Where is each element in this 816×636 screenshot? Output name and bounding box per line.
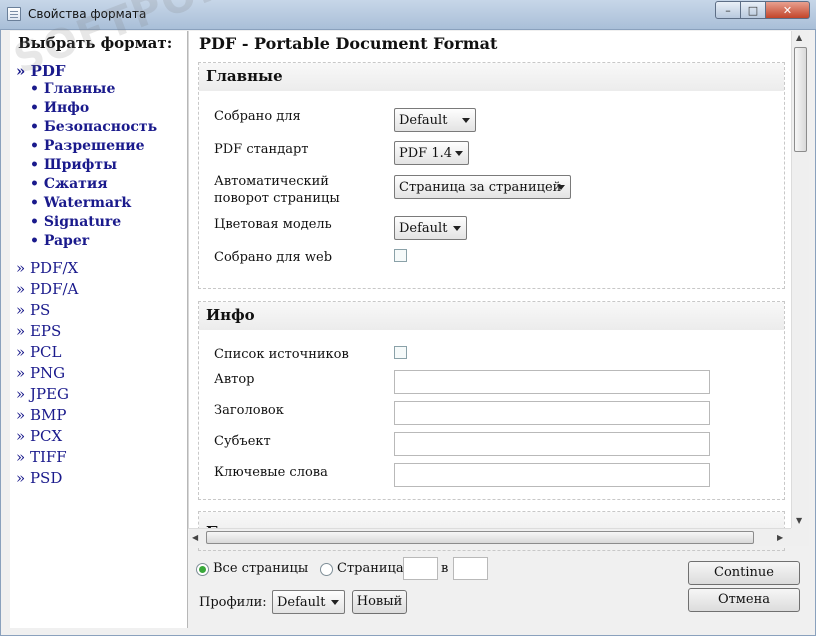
section-header: Главные	[199, 63, 784, 91]
subject-label: Субъект	[214, 434, 271, 449]
continue-button[interactable]: Continue	[688, 561, 800, 585]
sidebar-item-png[interactable]: » PNG	[16, 364, 65, 382]
sidebar-subitem-signature[interactable]: • Signature	[30, 214, 121, 230]
title-bar: Свойства формата – □ ✕	[0, 0, 816, 30]
heading-field[interactable]	[394, 401, 710, 425]
select-value: Default	[399, 113, 448, 128]
compiled-for-label: Собрано для	[214, 109, 301, 124]
sidebar-subitem-main[interactable]: • Главные	[30, 81, 115, 97]
sidebar-item-tiff[interactable]: » TIFF	[16, 448, 67, 466]
scroll-up-icon[interactable]: ▲	[796, 33, 802, 42]
autorotate-label-line2: поворот страницы	[214, 191, 340, 206]
scrollbar-thumb[interactable]	[794, 47, 807, 152]
autorotate-label: Автоматический поворот страницы	[214, 173, 340, 207]
sidebar-heading: Выбрать формат:	[18, 34, 173, 52]
section-title: Инфо	[206, 306, 255, 324]
autorotate-select[interactable]: Страница за страницей	[394, 175, 571, 199]
chevron-down-icon	[455, 151, 463, 156]
sources-checkbox[interactable]	[394, 346, 407, 359]
sidebar-item-pcx[interactable]: » PCX	[16, 427, 62, 445]
sidebar-subitem-compression[interactable]: • Сжатия	[30, 176, 108, 192]
section-title: Главные	[206, 67, 283, 85]
all-pages-label: Все страницы	[213, 561, 309, 576]
select-value: PDF 1.4	[399, 146, 452, 161]
close-button[interactable]: ✕	[766, 1, 810, 19]
heading-label: Заголовок	[214, 403, 284, 418]
author-label: Автор	[214, 372, 255, 387]
minimize-button[interactable]: –	[715, 1, 741, 19]
keywords-label: Ключевые слова	[214, 465, 328, 480]
window-title: Свойства формата	[28, 7, 147, 21]
chevron-down-icon	[331, 600, 339, 605]
sidebar-subitem-watermark[interactable]: • Watermark	[30, 195, 131, 211]
scroll-down-icon[interactable]: ▼	[796, 516, 802, 525]
pdf-standard-select[interactable]: PDF 1.4	[394, 141, 469, 165]
sidebar-item-pdf[interactable]: » PDF	[16, 62, 66, 80]
sidebar-item-pdfa[interactable]: » PDF/A	[16, 280, 78, 298]
sidebar-item-ps[interactable]: » PS	[16, 301, 50, 319]
scroll-right-icon[interactable]: ▶	[777, 533, 783, 542]
profiles-label: Профили:	[199, 595, 267, 610]
chevron-down-icon	[462, 118, 470, 123]
sidebar-item-eps[interactable]: » EPS	[16, 322, 61, 340]
scroll-left-icon[interactable]: ◀	[192, 533, 198, 542]
color-model-select[interactable]: Default	[394, 216, 467, 240]
chevron-down-icon	[453, 226, 461, 231]
cancel-button[interactable]: Отмена	[688, 588, 800, 612]
sidebar-item-jpeg[interactable]: » JPEG	[16, 385, 69, 403]
autorotate-label-line1: Автоматический	[214, 174, 329, 189]
window-controls: – □ ✕	[715, 1, 810, 19]
sidebar-subitem-paper[interactable]: • Paper	[30, 233, 89, 249]
scrollbar-thumb[interactable]	[206, 531, 754, 544]
pdf-standard-label: PDF стандарт	[214, 142, 309, 157]
sidebar-item-pcl[interactable]: » PCL	[16, 343, 61, 361]
settings-panel: PDF - Portable Document Format Главные С…	[188, 31, 809, 551]
select-value: Default	[399, 221, 448, 236]
page-from-field[interactable]	[403, 557, 438, 580]
web-checkbox[interactable]	[394, 249, 407, 262]
sidebar-subitem-resolution[interactable]: • Разрешение	[30, 138, 145, 154]
sidebar-subitem-info[interactable]: • Инфо	[30, 100, 89, 116]
select-value: Default	[277, 595, 326, 610]
new-profile-button[interactable]: Новый	[352, 590, 407, 614]
profile-select[interactable]: Default	[272, 590, 345, 614]
compiled-for-select[interactable]: Default	[394, 108, 476, 132]
sidebar-item-pdfx[interactable]: » PDF/X	[16, 259, 78, 277]
all-pages-radio[interactable]	[196, 563, 209, 576]
scrollbar-corner	[791, 528, 809, 546]
chevron-down-icon	[557, 185, 565, 190]
sidebar-item-psd[interactable]: » PSD	[16, 469, 62, 487]
page-to-label: в	[441, 561, 449, 576]
main-section: Главные Собрано для Default PDF стандарт…	[198, 62, 785, 289]
author-field[interactable]	[394, 370, 710, 394]
section-header: Инфо	[199, 302, 784, 330]
info-section: Инфо Список источников Автор Заголовок С…	[198, 301, 785, 500]
app-icon	[7, 7, 21, 21]
page-range-radio[interactable]	[320, 563, 333, 576]
vertical-scrollbar[interactable]: ▲ ▼	[791, 31, 809, 528]
sidebar-subitem-security[interactable]: • Безопасность	[30, 119, 157, 135]
web-label: Собрано для web	[214, 250, 333, 265]
horizontal-scrollbar[interactable]: ◀ ▶	[188, 528, 791, 546]
sidebar-item-bmp[interactable]: » BMP	[16, 406, 66, 424]
keywords-field[interactable]	[394, 463, 710, 487]
maximize-button[interactable]: □	[741, 1, 766, 19]
sidebar-subitem-fonts[interactable]: • Шрифты	[30, 157, 117, 173]
page-to-field[interactable]	[453, 557, 488, 580]
select-value: Страница за страницей	[399, 180, 562, 195]
subject-field[interactable]	[394, 432, 710, 456]
format-sidebar: Выбрать формат: » PDF • Главные • Инфо •…	[10, 31, 188, 628]
color-model-label: Цветовая модель	[214, 217, 332, 232]
page-title: PDF - Portable Document Format	[199, 34, 498, 53]
sources-label: Список источников	[214, 347, 349, 362]
page-range-label: Страница	[337, 561, 404, 576]
